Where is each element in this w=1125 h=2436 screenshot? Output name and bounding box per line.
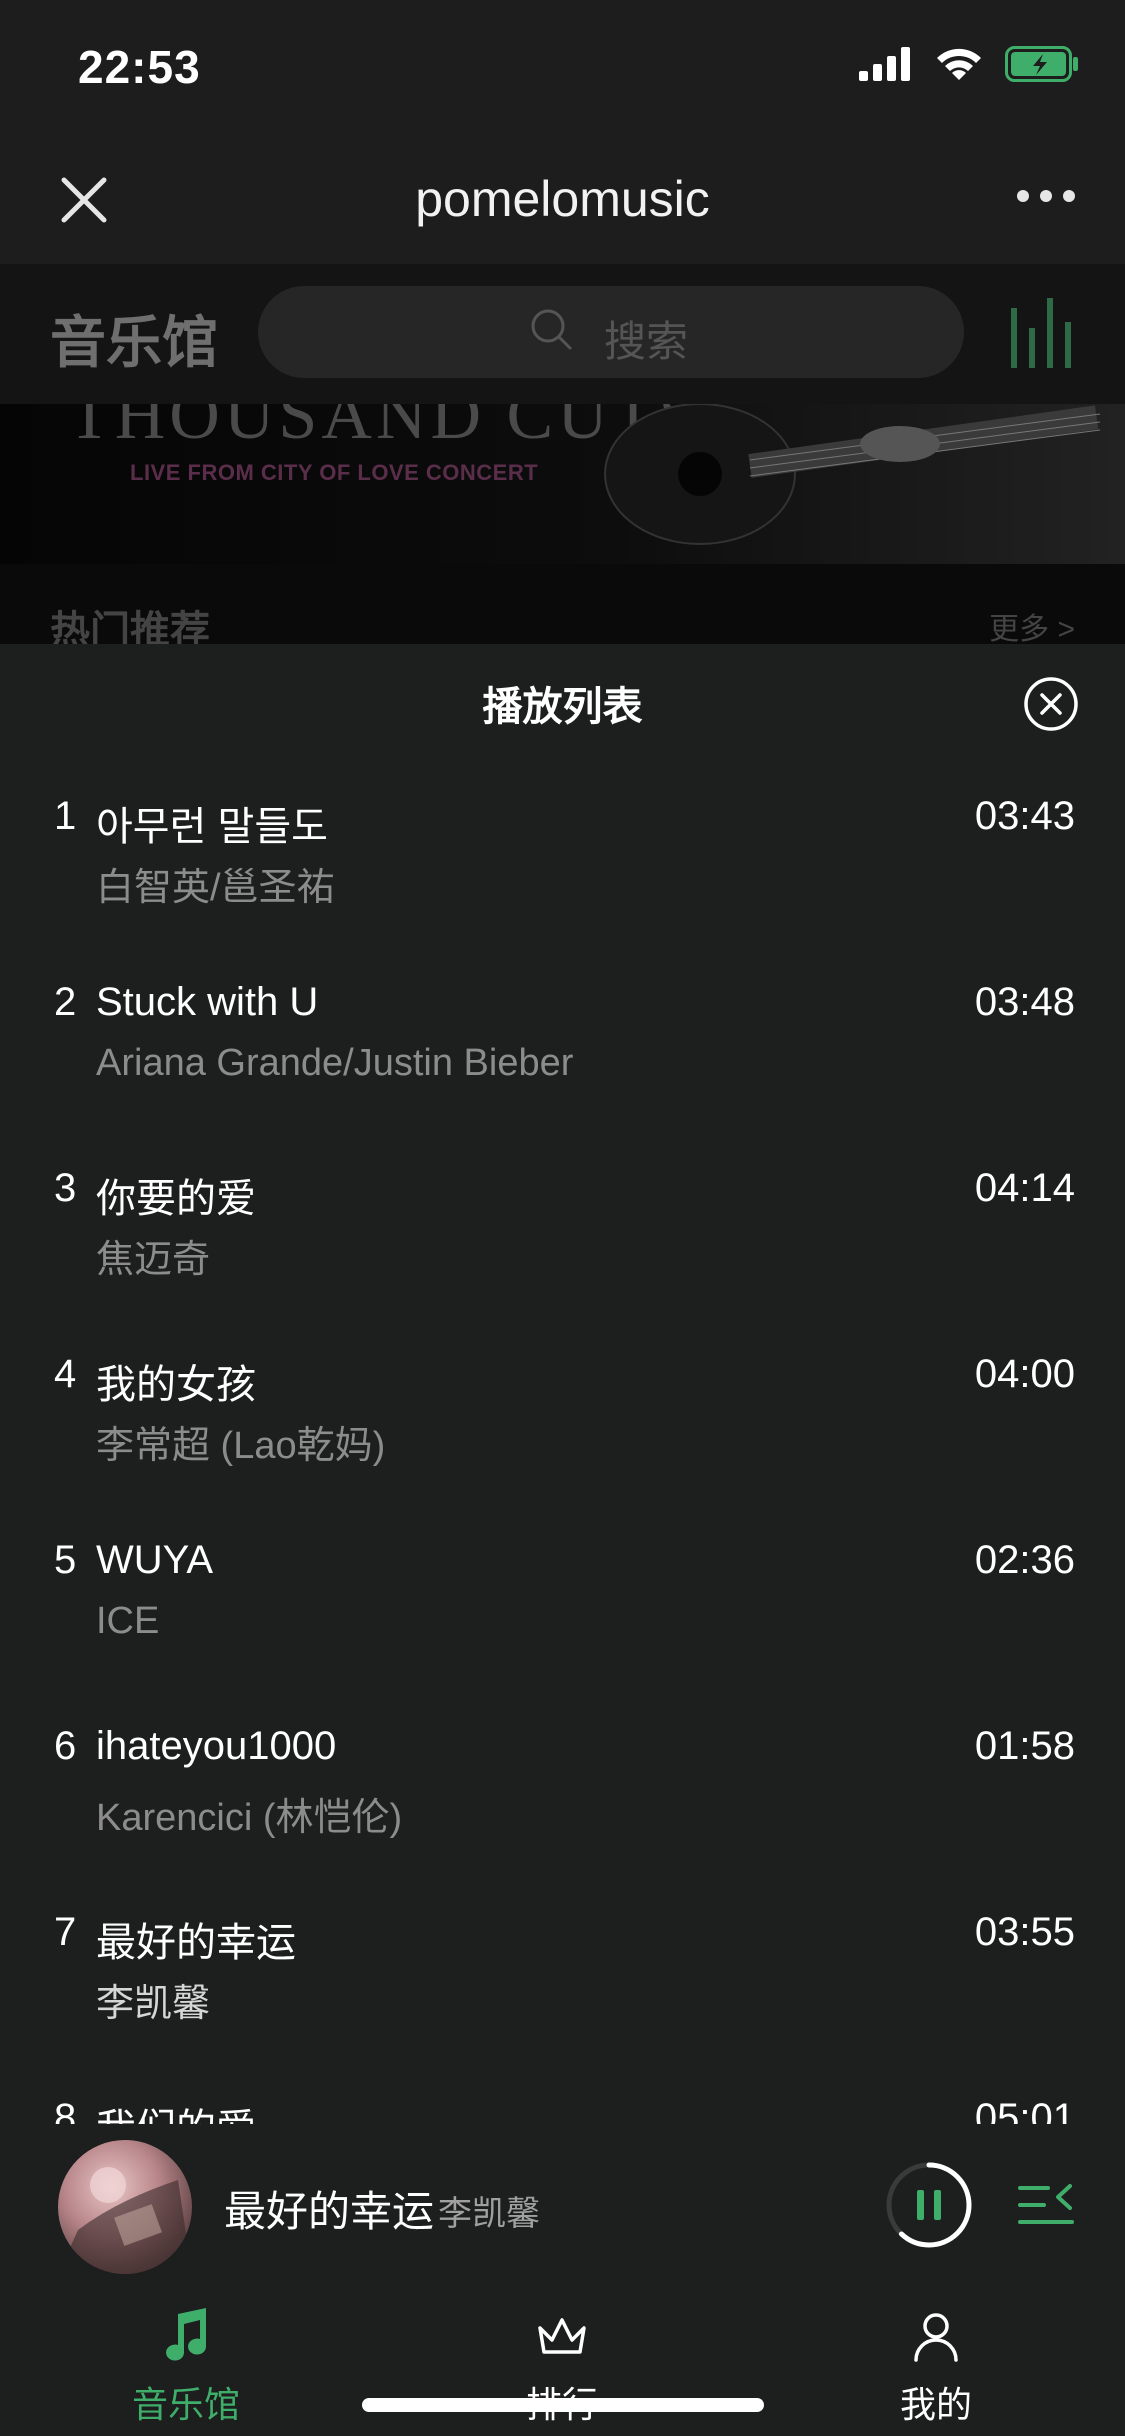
more-options-icon[interactable]: [1015, 186, 1077, 206]
background-banner: THOUSAND CUTS LIVE FROM CITY OF LOVE CON…: [0, 377, 1125, 564]
track-artist: 李凯馨: [96, 1983, 211, 2025]
guitar-image: [604, 404, 1101, 545]
track-number: 3: [54, 1166, 77, 1210]
track-artist: Karencici (林恺伦): [96, 1797, 403, 1839]
tab-ranking[interactable]: 排行: [442, 2276, 682, 2436]
track-duration: 03:55: [974, 1910, 1075, 1954]
battery-charging-icon: [1005, 46, 1078, 82]
background-section-more: 更多 >: [989, 613, 1075, 644]
track-artist: 焦迈奇: [96, 1239, 211, 1281]
track-number: 5: [54, 1538, 77, 1582]
track-title: 最好的幸运: [96, 1921, 296, 1965]
banner-subtitle: LIVE FROM CITY OF LOVE CONCERT: [130, 460, 539, 485]
nav-title: pomelomusic: [415, 171, 710, 227]
track-title: ihateyou1000: [96, 1724, 337, 1768]
track-artist: 白智英/邕圣祐: [96, 867, 335, 909]
track-duration: 03:48: [974, 980, 1075, 1024]
mini-player-title: 最好的幸运: [224, 2188, 435, 2235]
track-duration: 03:43: [974, 794, 1075, 838]
track-row[interactable]: 1 아무런 말들도 白智英/邕圣祐 03:43: [0, 794, 1125, 980]
background-app: 音乐馆 搜索 THOUSAND CUTS LIVE FROM CITY OF L…: [0, 264, 1125, 644]
track-artist: Ariana Grande/Justin Bieber: [96, 1042, 574, 1084]
mini-player-artist: 李凯馨: [438, 2195, 540, 2233]
track-number: 4: [54, 1352, 77, 1396]
track-number: 7: [54, 1910, 77, 1954]
album-cover-art: [58, 2167, 192, 2274]
background-header: 音乐馆 搜索: [0, 264, 1125, 404]
track-row[interactable]: 4 我的女孩 李常超 (Lao乾妈) 04:00: [0, 1352, 1125, 1538]
playlist-title: 播放列表: [482, 685, 643, 729]
track-list: 1 아무런 말들도 白智英/邕圣祐 03:43 2 Stuck with U A…: [0, 794, 1125, 2124]
equalizer-icon: [1011, 298, 1071, 368]
status-time: 22:53: [78, 41, 201, 93]
track-title: 아무런 말들도: [96, 805, 328, 849]
tab-label: 我的: [899, 2384, 972, 2425]
tab-mine[interactable]: 我的: [816, 2276, 1056, 2436]
track-row[interactable]: 3 你要的爱 焦迈奇 04:14: [0, 1166, 1125, 1352]
background-section-title: 热门推荐: [50, 609, 210, 644]
track-duration: 02:36: [974, 1538, 1075, 1582]
track-row[interactable]: 8 我们的爱 05:01: [0, 2096, 1125, 2124]
track-duration: 01:58: [974, 1724, 1075, 1768]
pause-button[interactable]: [884, 2160, 974, 2250]
track-number: 2: [54, 980, 77, 1024]
mini-player[interactable]: 最好的幸运 李凯馨: [0, 2136, 1125, 2276]
track-artist: 李常超 (Lao乾妈): [96, 1425, 386, 1467]
crown-icon: [538, 2318, 586, 2354]
track-duration: 04:14: [974, 1166, 1075, 1210]
track-number: 1: [54, 794, 77, 838]
search-icon: [531, 309, 572, 350]
status-bar: 22:53: [0, 0, 1125, 132]
track-number: 8: [54, 2096, 77, 2124]
nav-bar: pomelomusic: [0, 132, 1125, 264]
playlist-icon[interactable]: [1016, 2180, 1076, 2230]
close-circle-icon[interactable]: [1023, 676, 1079, 732]
pause-icon: [917, 2190, 924, 2220]
tab-bar: 音乐馆 排行 我的: [0, 2276, 1125, 2436]
track-row[interactable]: 2 Stuck with U Ariana Grande/Justin Bieb…: [0, 980, 1125, 1166]
background-search-placeholder: 搜索: [604, 318, 689, 365]
background-title: 音乐馆: [50, 311, 218, 374]
track-title: 我的女孩: [96, 1363, 256, 1407]
wifi-icon: [937, 48, 981, 80]
track-title: WUYA: [96, 1538, 214, 1582]
tab-music-hall[interactable]: 音乐馆: [66, 2276, 306, 2436]
track-artist: ICE: [96, 1600, 160, 1642]
album-cover[interactable]: [58, 2140, 192, 2274]
track-number: 6: [54, 1724, 77, 1768]
home-indicator[interactable]: [362, 2398, 764, 2412]
music-note-icon: [166, 2308, 207, 2361]
track-title: Stuck with U: [96, 980, 319, 1024]
tab-label: 音乐馆: [131, 2384, 240, 2425]
cellular-signal-icon: [859, 47, 910, 81]
track-row[interactable]: 6 ihateyou1000 Karencici (林恺伦) 01:58: [0, 1724, 1125, 1910]
track-row[interactable]: 5 WUYA ICE 02:36: [0, 1538, 1125, 1724]
person-icon: [914, 2313, 958, 2362]
track-row-current[interactable]: 7 最好的幸运 李凯馨 03:55: [0, 1910, 1125, 2096]
track-title: 你要的爱: [96, 1177, 256, 1221]
status-icons: [859, 46, 1081, 82]
track-title: 我们的爱: [96, 2096, 256, 2124]
track-duration: 04:00: [974, 1352, 1075, 1396]
track-duration: 05:01: [974, 2096, 1075, 2124]
